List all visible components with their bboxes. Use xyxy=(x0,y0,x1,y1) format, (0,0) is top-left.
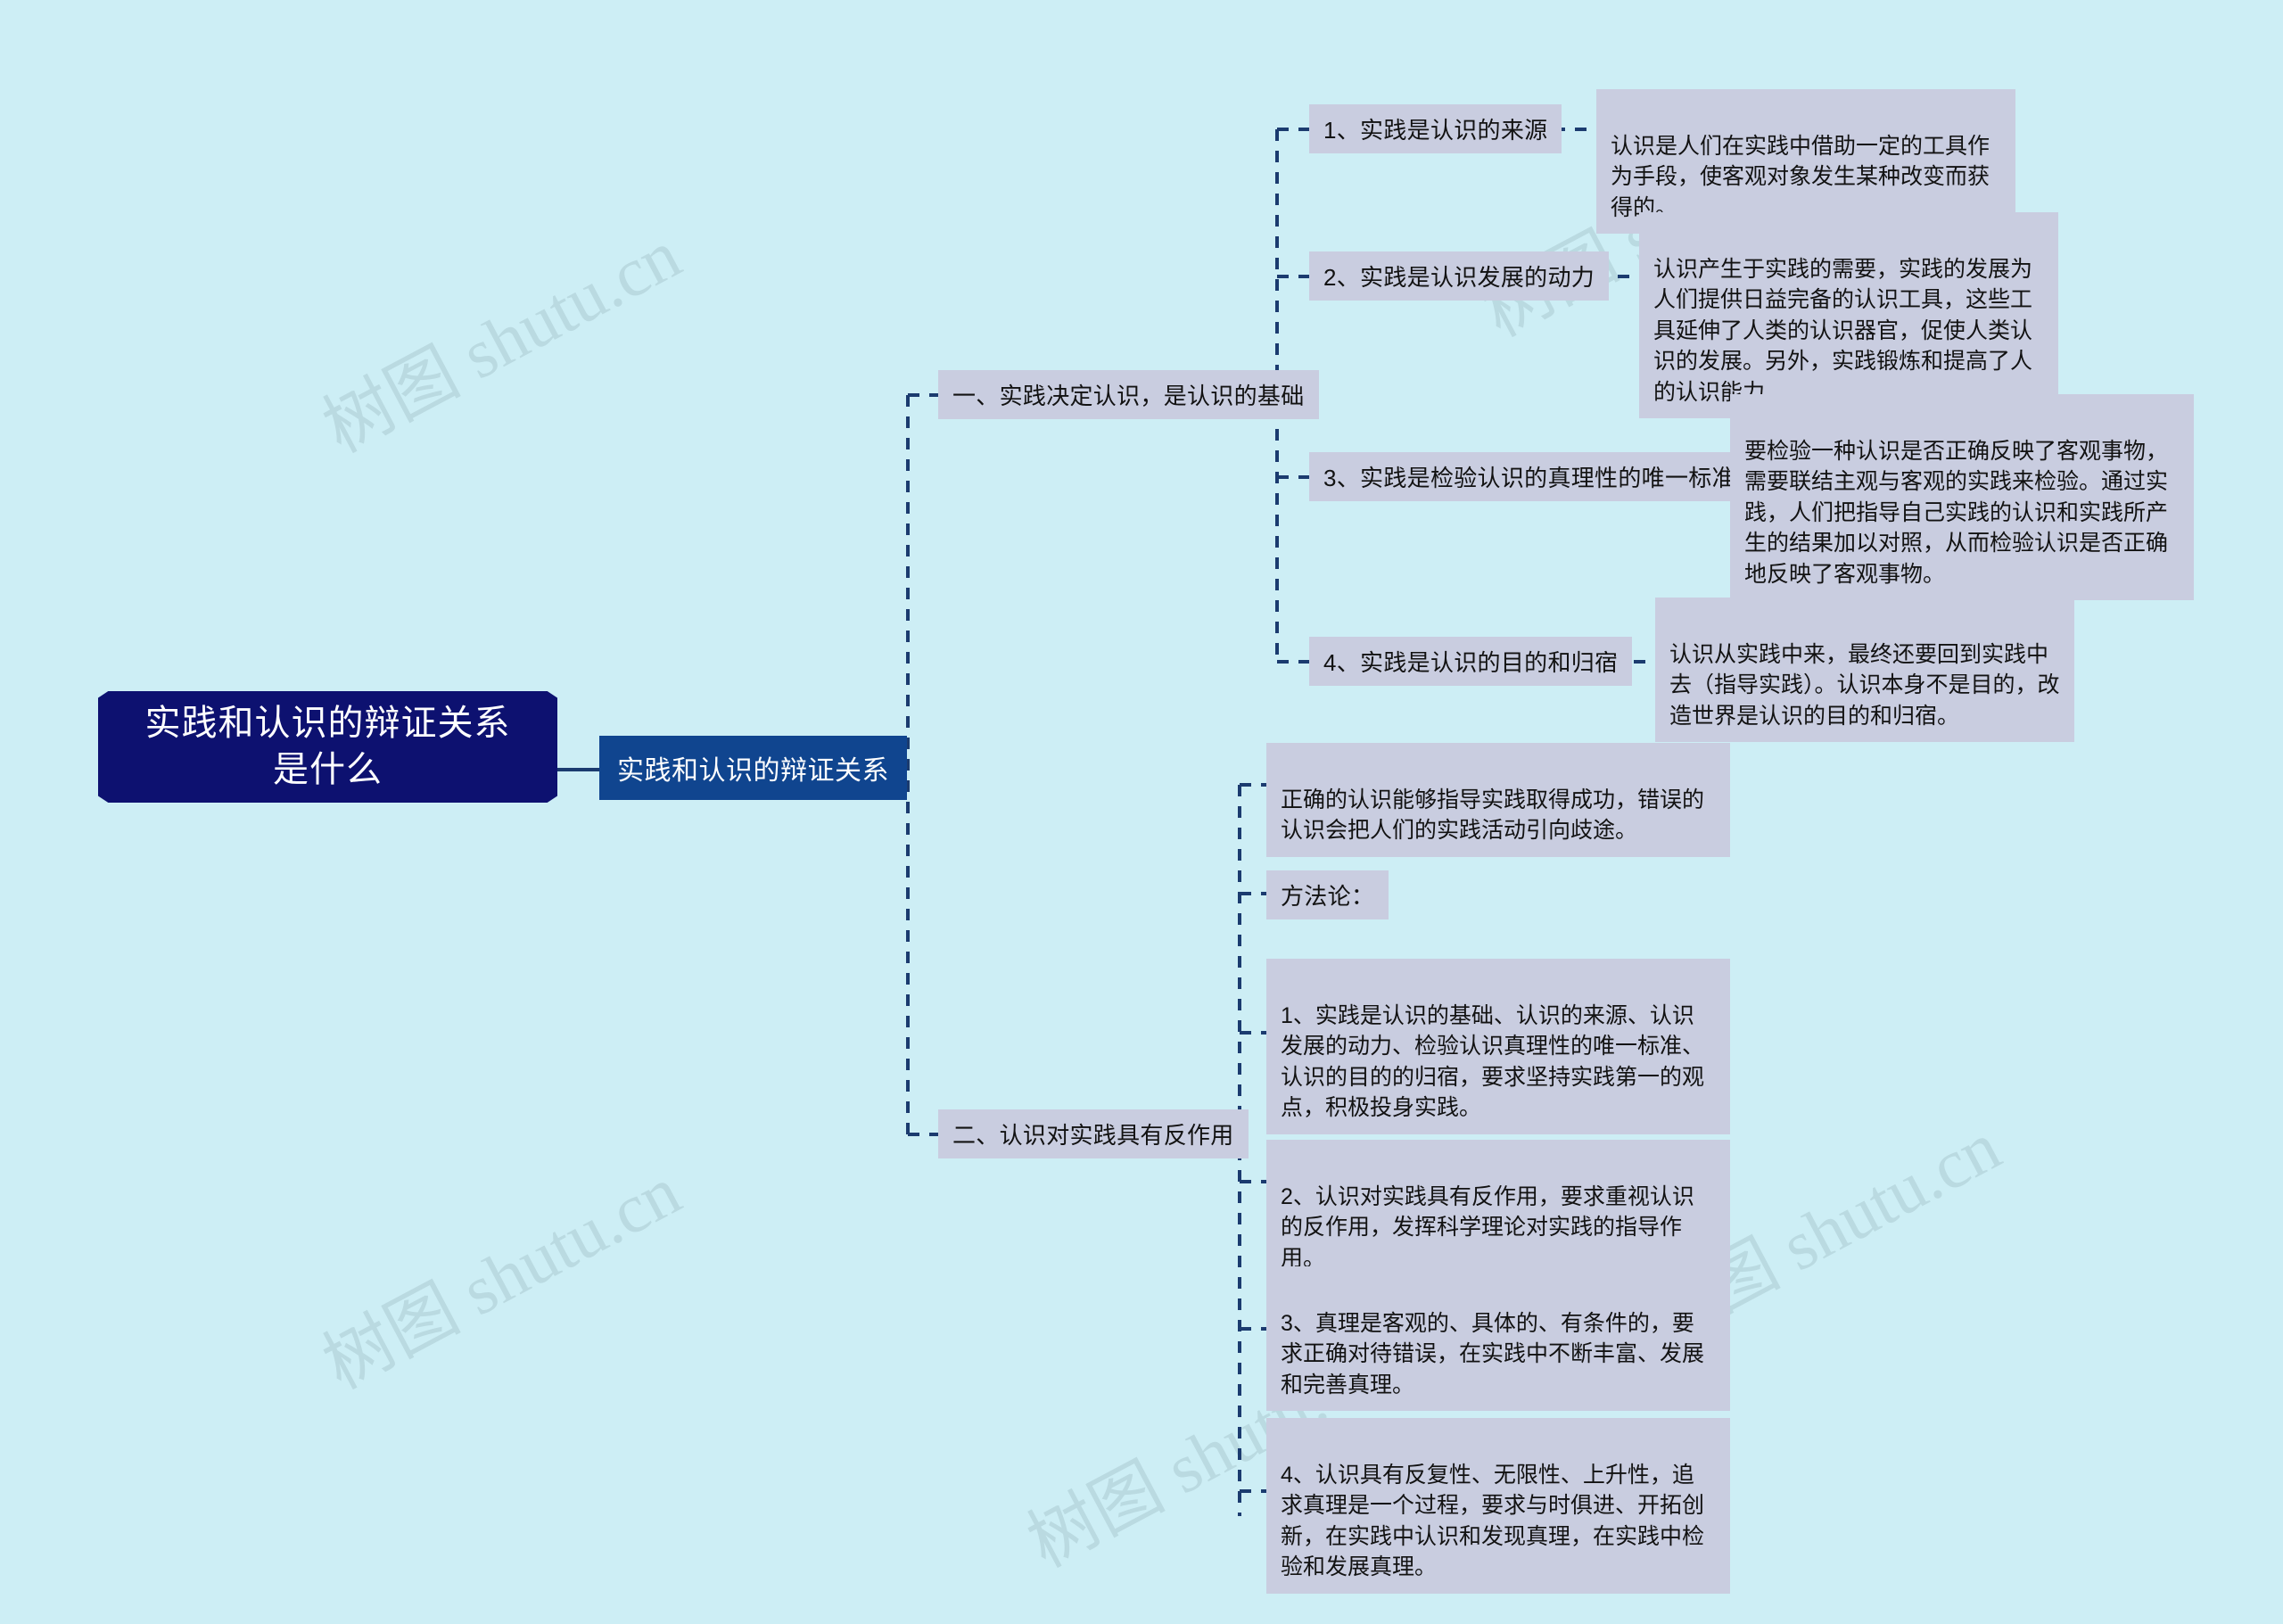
topic-node-1-4-label: 4、实践是认识的目的和归宿 xyxy=(1323,649,1619,676)
detail-node-1-2-text: 认识产生于实践的需要，实践的发展为人们提供日益完备的认识工具，这些工具延伸了人类… xyxy=(1653,256,2033,405)
topic-node-1-2-label: 2、实践是认识发展的动力 xyxy=(1323,264,1595,291)
branch-node-2-label: 二、认识对实践具有反作用 xyxy=(952,1122,1234,1149)
detail-node-2-5[interactable]: 3、真理是客观的、具体的、有条件的，要求正确对待错误，在实践中不断丰富、发展和完… xyxy=(1266,1266,1730,1411)
detail-node-2-1[interactable]: 正确的认识能够指导实践取得成功，错误的认识会把人们的实践活动引向歧途。 xyxy=(1266,743,1730,857)
topic-node-1-3-label: 3、实践是检验认识的真理性的唯一标准 xyxy=(1323,465,1735,491)
topic-node-1-3[interactable]: 3、实践是检验认识的真理性的唯一标准 xyxy=(1309,452,1750,501)
detail-node-2-6[interactable]: 4、认识具有反复性、无限性、上升性，追求真理是一个过程，要求与时俱进、开拓创新，… xyxy=(1266,1418,1730,1594)
detail-node-2-4-text: 2、认识对实践具有反作用，要求重视认识的反作用，发挥科学理论对实践的指导作用。 xyxy=(1281,1183,1694,1271)
root-node-label: 实践和认识的辩证关系是什么 xyxy=(144,704,511,789)
node-layer: 实践和认识的辩证关系是什么 实践和认识的辩证关系 一、实践决定认识，是认识的基础… xyxy=(0,0,2283,1624)
detail-node-2-2[interactable]: 方法论： xyxy=(1266,870,1389,919)
level1-node-label: 实践和认识的辩证关系 xyxy=(617,756,889,786)
detail-node-2-2-text: 方法论： xyxy=(1281,883,1375,910)
detail-node-2-6-text: 4、认识具有反复性、无限性、上升性，追求真理是一个过程，要求与时俱进、开拓创新，… xyxy=(1281,1462,1705,1580)
detail-node-1-1-text: 认识是人们在实践中借助一定的工具作为手段，使客观对象发生某种改变而获得的。 xyxy=(1611,133,1990,220)
detail-node-2-5-text: 3、真理是客观的、具体的、有条件的，要求正确对待错误，在实践中不断丰富、发展和完… xyxy=(1281,1310,1705,1397)
detail-node-2-3-text: 1、实践是认识的基础、认识的来源、认识发展的动力、检验认识真理性的唯一标准、认识… xyxy=(1281,1002,1705,1121)
detail-node-1-3[interactable]: 要检验一种认识是否正确反映了客观事物，需要联结主观与客观的实践来检验。通过实践，… xyxy=(1730,394,2194,600)
topic-node-1-4[interactable]: 4、实践是认识的目的和归宿 xyxy=(1309,637,1633,686)
detail-node-1-4-text: 认识从实践中来，最终还要回到实践中去（指导实践）。认识本身不是目的，改造世界是认… xyxy=(1669,641,2060,729)
detail-node-2-4[interactable]: 2、认识对实践具有反作用，要求重视认识的反作用，发挥科学理论对实践的指导作用。 xyxy=(1266,1140,1730,1284)
topic-node-1-1[interactable]: 1、实践是认识的来源 xyxy=(1309,104,1562,153)
topic-node-1-2[interactable]: 2、实践是认识发展的动力 xyxy=(1309,251,1610,301)
detail-node-2-3[interactable]: 1、实践是认识的基础、认识的来源、认识发展的动力、检验认识真理性的唯一标准、认识… xyxy=(1266,959,1730,1134)
branch-node-1[interactable]: 一、实践决定认识，是认识的基础 xyxy=(938,370,1319,419)
detail-node-2-1-text: 正确的认识能够指导实践取得成功，错误的认识会把人们的实践活动引向歧途。 xyxy=(1281,787,1705,844)
root-node[interactable]: 实践和认识的辩证关系是什么 xyxy=(98,691,557,803)
branch-node-1-label: 一、实践决定认识，是认识的基础 xyxy=(952,383,1305,409)
detail-node-1-4[interactable]: 认识从实践中来，最终还要回到实践中去（指导实践）。认识本身不是目的，改造世界是认… xyxy=(1655,598,2074,742)
level1-node[interactable]: 实践和认识的辩证关系 xyxy=(599,736,907,800)
detail-node-1-2[interactable]: 认识产生于实践的需要，实践的发展为人们提供日益完备的认识工具，这些工具延伸了人类… xyxy=(1639,212,2058,418)
topic-node-1-1-label: 1、实践是认识的来源 xyxy=(1323,117,1548,144)
branch-node-2[interactable]: 二、认识对实践具有反作用 xyxy=(938,1109,1249,1158)
detail-node-1-3-text: 要检验一种认识是否正确反映了客观事物，需要联结主观与客观的实践来检验。通过实践，… xyxy=(1744,438,2169,587)
